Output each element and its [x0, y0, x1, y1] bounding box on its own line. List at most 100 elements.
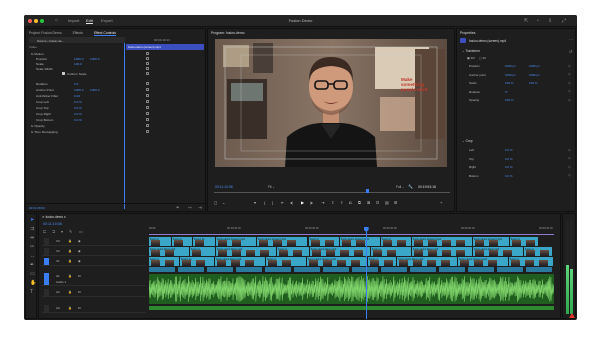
video-clip-v2[interactable]: fusion-d [371, 247, 411, 256]
settings-wrench-icon[interactable]: 🔧 [408, 184, 413, 189]
video-clip-v3[interactable]: fusion-d [510, 237, 538, 246]
reset-keyframe-icon[interactable] [146, 130, 149, 133]
track-lock-icon[interactable]: 🔒 [68, 259, 72, 263]
track-target-toggle[interactable] [44, 238, 49, 245]
safe-margins-icon[interactable]: ⊡ [376, 200, 379, 205]
vr-icon[interactable]: ⊠ [367, 200, 370, 205]
transform-section-toggle[interactable]: ⌄ Transform [462, 49, 480, 53]
video-clip-v3[interactable]: fusion-demo (screen).mp4 [473, 237, 509, 246]
scrub-playhead[interactable] [366, 189, 369, 193]
more-options-icon[interactable]: ⋯ [569, 37, 573, 42]
effect-value-2[interactable]: 1000.0 [90, 57, 99, 61]
graphic-clip[interactable] [497, 267, 523, 272]
slip-tool-icon[interactable]: ↔ [30, 253, 35, 259]
type-tool-icon[interactable]: T [30, 289, 33, 295]
lift-icon[interactable]: ⇧ [331, 200, 334, 205]
video-clip-v1[interactable]: fusion-demo (screen).mp4 [458, 257, 508, 266]
property-value-1[interactable]: 100 % [505, 98, 514, 102]
reset-keyframe-icon[interactable] [146, 88, 149, 91]
crop-value[interactable]: 0.0 % [505, 148, 513, 152]
captions-icon[interactable]: ▤ [385, 200, 389, 205]
property-value-2[interactable]: 1080 px [529, 64, 540, 68]
go-to-out-icon[interactable]: ⇥ [321, 200, 324, 205]
captions-track-icon[interactable]: ▭ [79, 229, 83, 234]
track-mute-icon[interactable]: M [78, 274, 81, 278]
track-lock-icon[interactable]: 🔒 [68, 274, 72, 278]
uniform-scale-checkbox[interactable] [62, 72, 65, 75]
track-target-toggle[interactable] [44, 305, 49, 312]
video-frame[interactable]: Make something people want [215, 39, 447, 167]
selection-tool-icon[interactable]: ➤ [30, 217, 34, 223]
tab-effect-controls[interactable]: Effect Controls [93, 31, 117, 36]
track-header[interactable]: A3 🔒 M [42, 304, 146, 313]
graphic-clip[interactable] [439, 267, 465, 272]
effect-value-1[interactable]: 0.0 [74, 82, 78, 86]
video-clip-v1[interactable]: fusion-d [509, 257, 553, 266]
video-clip-v2[interactable]: fusion-demo (face).mp4 [216, 247, 276, 256]
property-value-2[interactable]: 100 % [529, 81, 538, 85]
crop-value[interactable]: 0.0 % [505, 174, 513, 178]
track-header[interactable]: A1 🔒 M Audio 1 [42, 272, 146, 286]
property-value-1[interactable]: 100 % [505, 81, 514, 85]
reset-keyframe-icon[interactable] [146, 82, 149, 85]
track-lock-icon[interactable]: 🔒 [68, 239, 72, 243]
pen-tool-icon[interactable]: ✒ [30, 262, 34, 268]
reset-keyframe-icon[interactable] [146, 106, 149, 109]
property-value-1[interactable]: 1000 px [505, 64, 516, 68]
video-clip-v1[interactable]: fusion-demo (screen).mp4 [307, 257, 367, 266]
property-value-1[interactable]: 1000 px [505, 73, 516, 77]
timeline-playhead[interactable] [366, 227, 367, 319]
video-clip-v3[interactable]: fusion-d [172, 237, 192, 246]
video-clip-v3[interactable]: fusion-demo (screen).mp4 [340, 237, 380, 246]
export-frame-icon[interactable]: ⇥ [198, 205, 202, 211]
rectangle-tool-icon[interactable]: ▭ [30, 271, 35, 277]
graphic-clip[interactable] [468, 267, 494, 272]
mark-in-icon[interactable]: ▾ [254, 200, 256, 205]
video-clip-v1[interactable]: Fusion Fe [180, 257, 214, 266]
graphic-clip[interactable] [526, 267, 552, 272]
reset-keyframe-icon[interactable] [146, 112, 149, 115]
progress-icon[interactable]: ◔ [536, 18, 539, 24]
video-clip-v1[interactable]: fusion-d [266, 257, 306, 266]
work-area-bar[interactable] [149, 234, 554, 235]
video-clip-v1[interactable]: fusion-demo (face).mp4 [215, 257, 265, 266]
effect-value-1[interactable]: 1000.0 [74, 88, 83, 92]
graphic-clip[interactable] [410, 267, 436, 272]
graphic-clip[interactable] [381, 267, 407, 272]
track-select-icon[interactable]: ⇉ [30, 226, 34, 232]
track-header[interactable]: A2 🔒 M [42, 288, 146, 297]
graphic-clip[interactable] [294, 267, 320, 272]
zoom-select[interactable]: Fit ⌄ [268, 185, 275, 189]
keyframe-toggle-icon[interactable]: ◇ [568, 173, 571, 177]
reset-keyframe-icon[interactable] [146, 57, 149, 60]
graphic-clip[interactable] [178, 267, 204, 272]
graphic-clip[interactable] [207, 267, 233, 272]
step-forward-icon[interactable]: |▸ [310, 200, 313, 205]
track-target-toggle[interactable] [44, 248, 49, 255]
tab-effects[interactable]: Effects [73, 31, 83, 35]
video-clip-v3[interactable]: Fusion Fe [193, 237, 215, 246]
track-target-toggle[interactable] [44, 289, 49, 296]
video-clip-v3[interactable]: fusion-d [149, 237, 171, 246]
add-marker-icon[interactable]: ◻ [214, 200, 217, 205]
track-mute-icon[interactable]: M [78, 306, 81, 310]
dropdown-icon[interactable]: ⌄ [222, 200, 225, 205]
video-clip-v2[interactable]: fusion-d [524, 247, 552, 256]
track-header[interactable]: V2 🔒 ◉ [42, 247, 146, 256]
track-lock-icon[interactable]: 🔒 [68, 249, 72, 253]
effect-value-1[interactable]: 0.0 % [74, 100, 82, 104]
keyframe-toggle-icon[interactable]: ◇ [568, 89, 571, 93]
effect-value-1[interactable]: 0.0 % [74, 106, 82, 110]
fit-toggle[interactable]: ▢ Fit [479, 56, 486, 60]
video-clip-v2[interactable]: fusion-demo (face).mp4 [473, 247, 523, 256]
track-header[interactable]: V3 🔒 ◉ [42, 237, 146, 246]
graphic-clip[interactable] [265, 267, 291, 272]
keyframe-toggle-icon[interactable]: ◇ [568, 72, 571, 76]
video-clip-v1[interactable]: fusion-d [368, 257, 396, 266]
video-clip-v2[interactable]: fusion-d [190, 247, 215, 256]
crop-value[interactable]: 0.0 % [505, 157, 513, 161]
track-visibility-icon[interactable]: ◉ [78, 249, 81, 253]
reset-keyframe-icon[interactable] [146, 52, 149, 55]
wrench-icon[interactable]: ✎ [69, 229, 72, 234]
source-clip-dropdown[interactable]: Source • fusion-de... [29, 37, 125, 43]
